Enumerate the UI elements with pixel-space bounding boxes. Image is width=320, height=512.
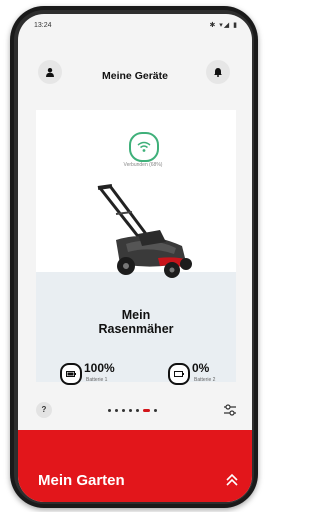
lawn-mower-image — [97, 184, 192, 278]
device-name-line1: Mein — [121, 308, 151, 322]
page-dot-active[interactable] — [143, 408, 150, 412]
connection-status: Verbunden (68%) — [123, 162, 163, 168]
battery-icon — [168, 363, 190, 385]
page-dot[interactable] — [136, 408, 139, 412]
status-icons: ✱ ▾◢ ▮ — [209, 22, 238, 29]
wifi-icon — [137, 141, 151, 152]
battery-icon — [60, 363, 82, 385]
battery-2-value: 0% — [192, 361, 210, 375]
sliders-icon[interactable] — [222, 402, 238, 418]
garden-panel[interactable]: Mein Garten — [18, 430, 252, 502]
device-name-line2: Rasenmäher — [98, 322, 174, 336]
page-dot[interactable] — [154, 408, 157, 412]
battery-1-value: 100% — [84, 361, 115, 375]
battery-2-label: Batterie 2 — [194, 377, 216, 383]
help-button[interactable]: ? — [36, 402, 52, 418]
connection-indicator — [129, 132, 159, 162]
status-time: 13:24 — [34, 22, 52, 29]
status-bar: 13:24 ✱ ▾◢ ▮ — [18, 14, 252, 36]
page-dot[interactable] — [129, 408, 132, 412]
garden-title: Mein Garten — [38, 472, 125, 489]
page-dot[interactable] — [108, 408, 111, 412]
notifications-button[interactable] — [206, 60, 230, 84]
bell-icon — [214, 68, 222, 77]
page-indicator[interactable] — [108, 407, 157, 413]
page-dot[interactable] — [122, 408, 125, 412]
app-screen: 13:24 ✱ ▾◢ ▮ Meine Geräte Verbunden (68%… — [18, 14, 252, 502]
double-chevron-up-icon[interactable] — [224, 472, 240, 488]
page-dot[interactable] — [115, 408, 118, 412]
device-name: Mein Rasenmäher — [36, 308, 236, 336]
battery-1-label: Batterie 1 — [86, 377, 108, 383]
